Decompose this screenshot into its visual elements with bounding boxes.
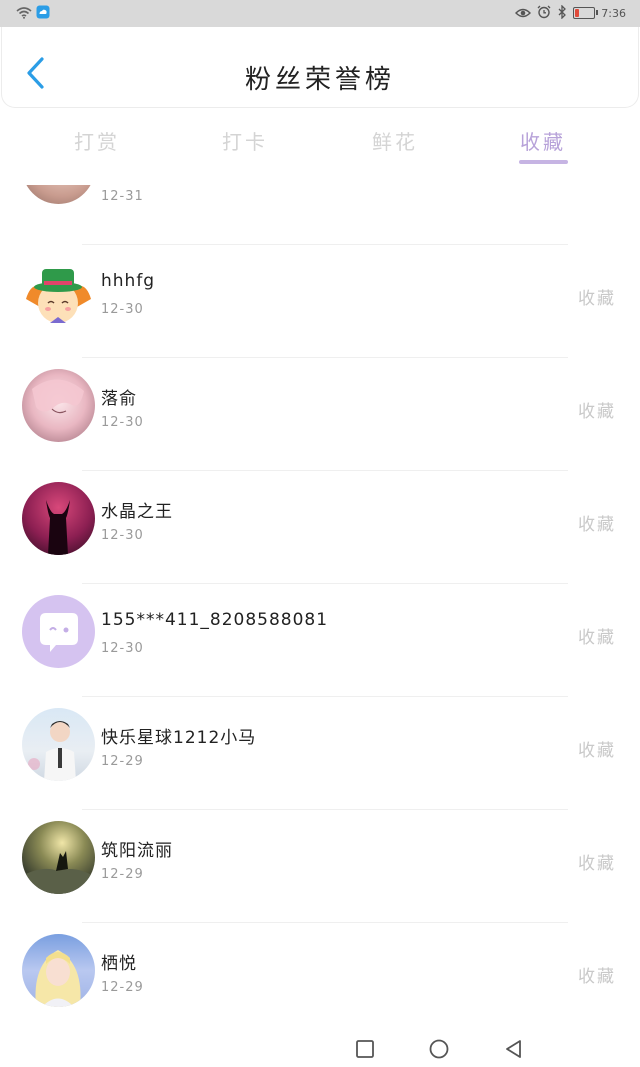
triangle-back-icon[interactable] (503, 1038, 525, 1060)
active-tab-indicator (519, 160, 568, 164)
avatar (22, 821, 95, 894)
alarm-icon (537, 4, 551, 23)
avatar (22, 934, 95, 1007)
list-item-name: 水晶之王 (101, 502, 173, 522)
list-item[interactable]: hhhfg 12-30 收藏 (0, 244, 640, 357)
battery-level (575, 9, 579, 17)
list-item[interactable]: 快乐星球1212小马 12-29 收藏 (0, 696, 640, 809)
list-item-name: 落俞 (101, 389, 137, 409)
list-item-date: 12-30 (101, 302, 144, 317)
square-recent-icon[interactable] (354, 1038, 376, 1060)
favorite-label[interactable]: 收藏 (578, 962, 616, 987)
favorite-label[interactable]: 收藏 (578, 623, 616, 648)
wifi-icon (16, 4, 32, 23)
avatar (22, 595, 95, 668)
system-nav-bar (0, 1030, 640, 1067)
status-time: 7:36 (601, 6, 626, 20)
avatar (22, 708, 95, 781)
list-item-date: 12-30 (101, 641, 144, 656)
list-item[interactable]: 水晶之王 12-30 收藏 (0, 470, 640, 583)
list-item-date: 12-30 (101, 528, 144, 543)
favorite-label[interactable]: 收藏 (578, 397, 616, 422)
list-item-name: 栖悦 (101, 954, 137, 974)
list-item-date: 12-29 (101, 754, 144, 769)
avatar (22, 185, 95, 204)
tab-favorites[interactable]: 收藏 (498, 126, 588, 155)
status-bar: 7:36 (0, 0, 640, 27)
list-item-date: 12-29 (101, 980, 144, 995)
avatar (22, 259, 95, 332)
avatar (22, 482, 95, 555)
list-item[interactable]: 155***411_8208588081 12-30 收藏 (0, 583, 640, 696)
list-item[interactable]: 栖悦 12-29 收藏 (0, 922, 640, 1033)
tab-flowers[interactable]: 鲜花 (350, 126, 440, 155)
avatar (22, 369, 95, 442)
tab-checkin[interactable]: 打卡 (200, 126, 290, 155)
page-title: 粉丝荣誉榜 (244, 65, 395, 95)
list-item-name: 筑阳流丽 (101, 841, 173, 861)
app-notification-icon (36, 4, 50, 23)
status-left (16, 5, 50, 21)
list-item-name: hhhfg (101, 271, 156, 291)
list-item-date: 12-29 (101, 867, 144, 882)
list-item[interactable]: 落俞 12-30 收藏 (0, 357, 640, 470)
tab-bar: 打赏 打卡 鲜花 收藏 (0, 118, 640, 168)
list-item[interactable]: 筑阳流丽 12-29 收藏 (0, 809, 640, 922)
status-right: 7:36 (515, 3, 626, 23)
battery-icon (573, 7, 599, 19)
bluetooth-icon (557, 3, 567, 23)
list-item-date: 12-31 (101, 189, 144, 204)
fan-list: 12-31 收藏 hhhfg 12-30 收藏 (0, 185, 640, 1033)
favorite-label[interactable]: 收藏 (578, 849, 616, 874)
eye-icon (515, 4, 532, 23)
favorite-label[interactable]: 收藏 (578, 510, 616, 535)
favorite-label[interactable]: 收藏 (578, 284, 616, 309)
list-item[interactable]: 12-31 收藏 (0, 185, 640, 244)
list-item-name: 快乐星球1212小马 (101, 728, 257, 748)
list-item-name: 155***411_8208588081 (101, 610, 329, 630)
list-item-date: 12-30 (101, 415, 144, 430)
circle-home-icon[interactable] (428, 1038, 450, 1060)
tab-reward[interactable]: 打赏 (52, 126, 142, 155)
header: 粉丝荣誉榜 (1, 27, 639, 108)
favorite-label[interactable]: 收藏 (578, 736, 616, 761)
